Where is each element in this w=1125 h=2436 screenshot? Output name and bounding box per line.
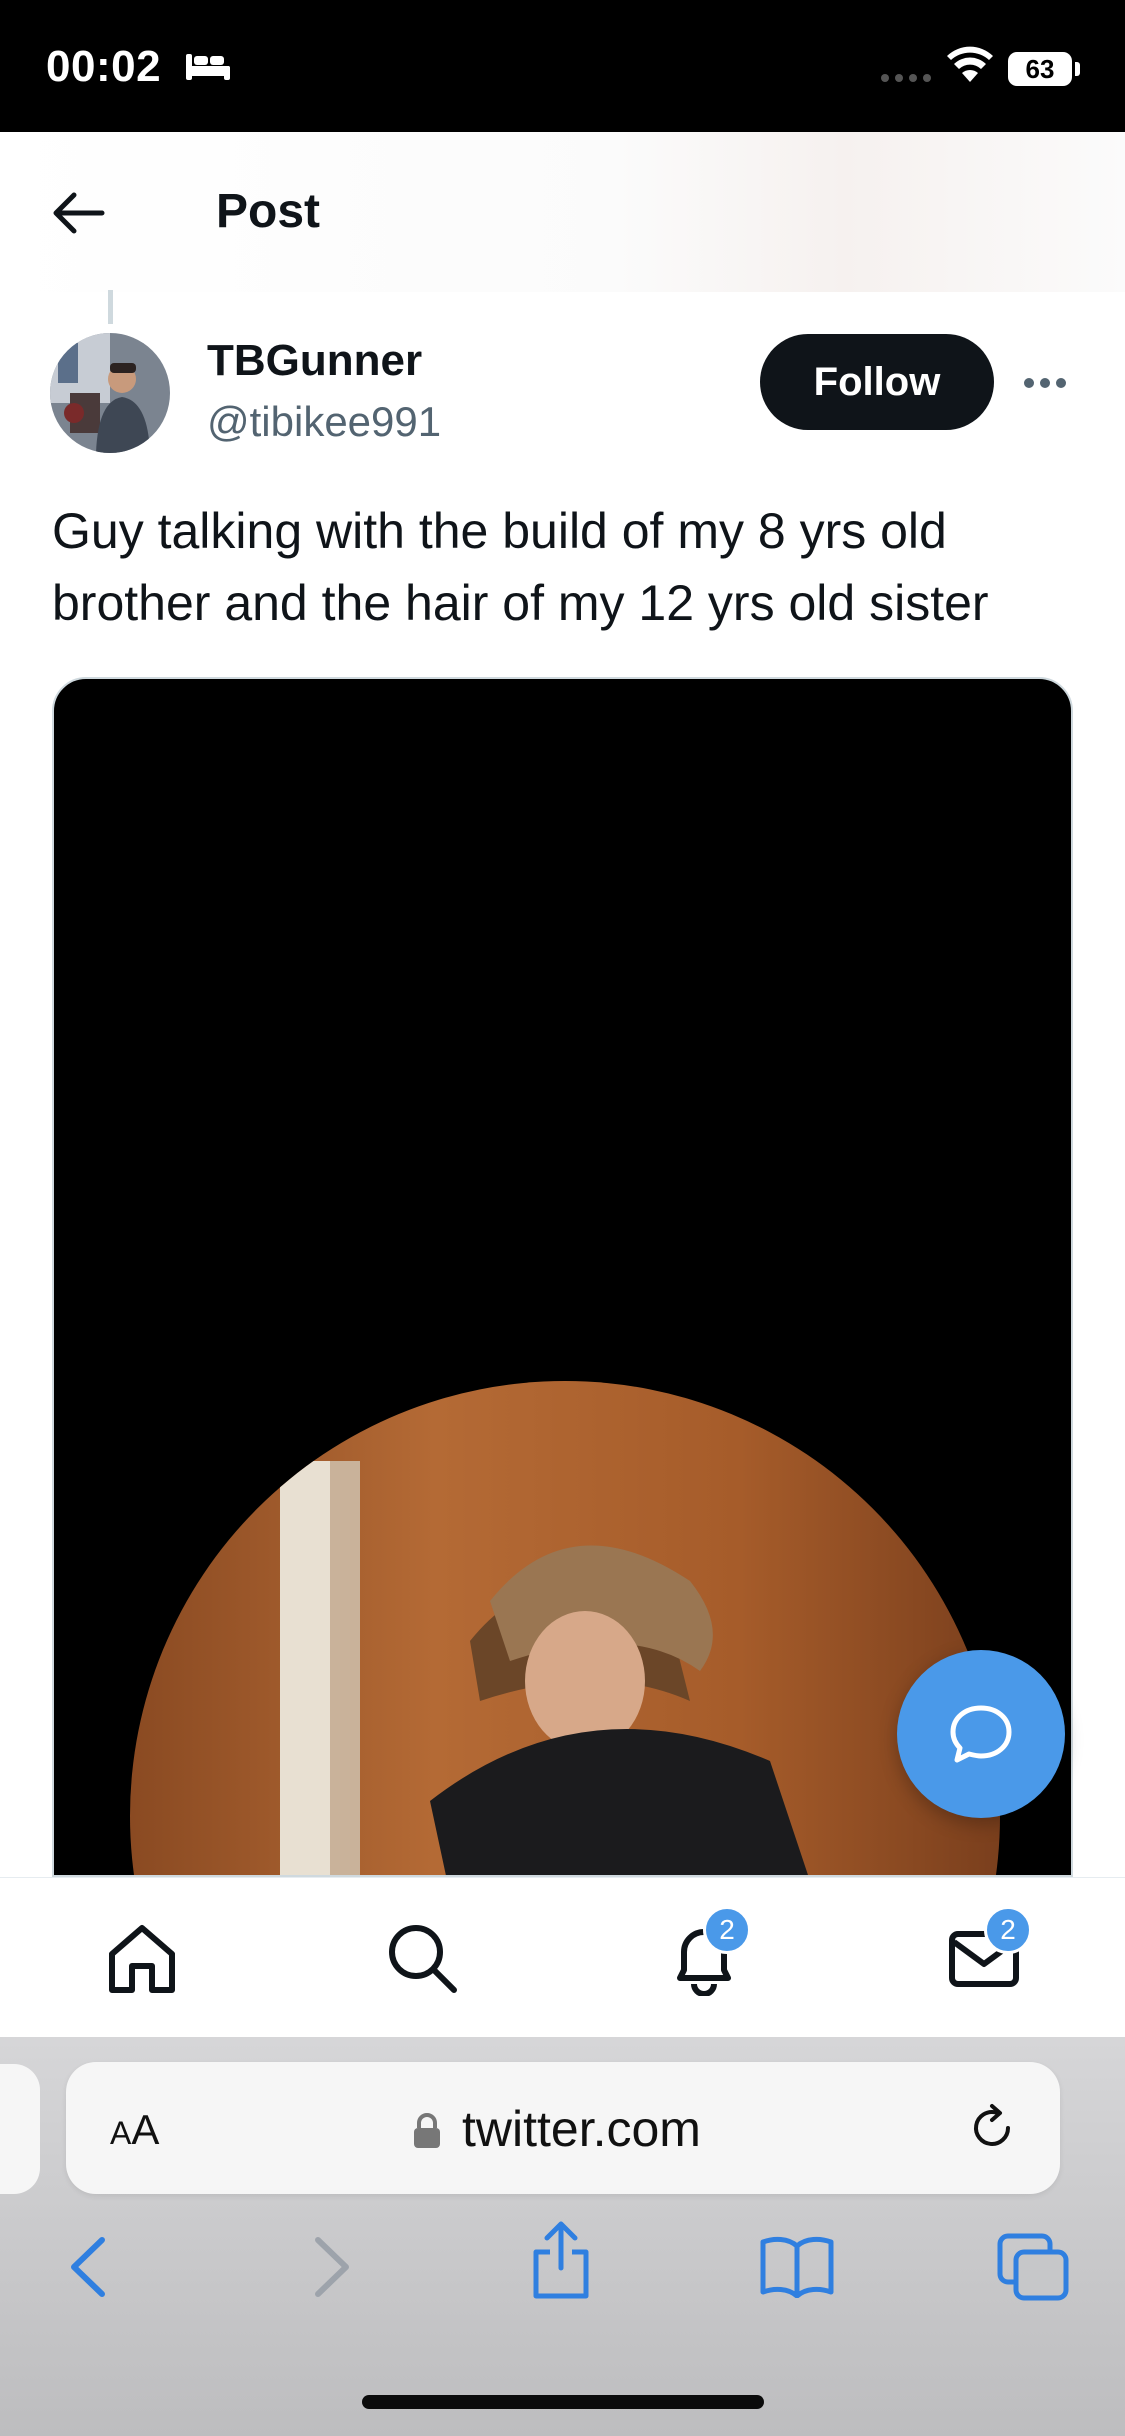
reader-settings-button[interactable]: AA — [110, 2106, 159, 2154]
url-text[interactable]: twitter.com — [462, 2100, 701, 2158]
home-icon[interactable] — [104, 1920, 180, 1996]
previous-tab-preview[interactable] — [0, 2064, 40, 2194]
browser-toolbar: AA twitter.com — [0, 2037, 1125, 2436]
chevron-left-icon[interactable] — [64, 2232, 114, 2302]
compose-reply-button[interactable] — [897, 1650, 1065, 1818]
notifications-badge: 2 — [703, 1906, 751, 1954]
battery-icon: 63 — [1008, 52, 1072, 86]
ellipsis-icon[interactable] — [1021, 368, 1069, 398]
address-bar[interactable]: AA twitter.com — [66, 2062, 1060, 2194]
reload-icon[interactable] — [966, 2102, 1018, 2154]
tabs-icon[interactable] — [996, 2232, 1070, 2302]
avatar[interactable] — [50, 333, 170, 453]
video-frame — [130, 1381, 1000, 1875]
status-bar: 00:02 63 — [0, 0, 1125, 132]
messages-badge: 2 — [984, 1906, 1032, 1954]
bookmarks-icon[interactable] — [758, 2232, 836, 2298]
browser-nav-row — [0, 2221, 1125, 2322]
author-display-name[interactable]: TBGunner — [207, 336, 422, 386]
search-icon[interactable] — [384, 1920, 460, 1996]
author-handle[interactable]: @tibikee991 — [207, 398, 441, 446]
thread-line — [108, 290, 113, 324]
follow-button[interactable]: Follow — [760, 334, 994, 430]
wifi-icon — [947, 46, 993, 82]
home-indicator — [362, 2395, 764, 2409]
cellular-signal-icon — [881, 74, 931, 82]
battery-tip — [1075, 62, 1080, 76]
post-text: Guy talking with the build of my 8 yrs o… — [52, 503, 989, 631]
bottom-tab-bar: 2 2 — [0, 1877, 1125, 2037]
chat-bubble-icon — [950, 1705, 1012, 1763]
status-time: 00:02 — [46, 42, 162, 91]
chevron-right-icon[interactable] — [306, 2232, 356, 2302]
page-title: Post — [216, 185, 321, 238]
post-header: Post — [0, 132, 1125, 292]
share-icon[interactable] — [528, 2218, 594, 2302]
lock-icon — [414, 2113, 440, 2148]
bed-icon — [186, 54, 230, 80]
arrow-left-icon[interactable] — [50, 189, 106, 237]
